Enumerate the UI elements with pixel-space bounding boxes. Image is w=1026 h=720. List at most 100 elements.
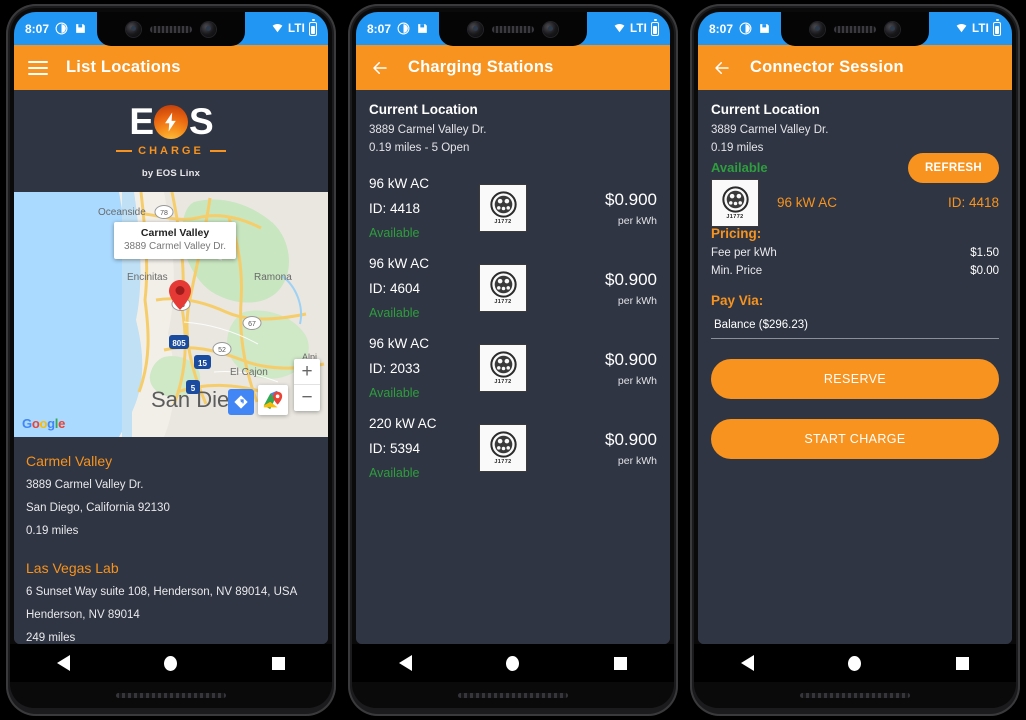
station-pricing: $0.900 per kWh	[605, 190, 657, 227]
app-bar-connector-session: Connector Session	[698, 45, 1012, 90]
station-power: 96 kW AC	[369, 336, 430, 351]
google-maps-icon[interactable]	[258, 385, 288, 415]
front-camera-icon	[468, 21, 483, 37]
start-charge-button[interactable]: START CHARGE	[711, 419, 999, 459]
network-type-label: LTI	[288, 22, 305, 35]
location-address: 6 Sunset Way suite 108, Henderson, NV 89…	[26, 586, 298, 598]
current-location-heading: Current Location	[369, 102, 478, 117]
logo-byline: by EOS Linx	[141, 168, 201, 179]
nav-back-icon[interactable]	[741, 655, 755, 671]
status-bar-left: 8:07	[698, 22, 781, 36]
app-bar-list-locations: List Locations	[14, 45, 328, 90]
nav-recents-icon[interactable]	[955, 656, 969, 670]
pricing-value: $0.00	[970, 265, 999, 277]
page-title: Charging Stations	[408, 58, 554, 76]
svg-text:805: 805	[172, 339, 186, 348]
info-window-title: Carmel Valley	[140, 227, 210, 239]
speaker-grille	[800, 692, 910, 698]
j1772-connector-icon: J1772	[479, 184, 527, 232]
station-info: 96 kW AC ID: 4418 Available	[369, 176, 473, 240]
svg-text:5: 5	[191, 384, 196, 393]
connector-id: ID: 4418	[947, 195, 999, 210]
nav-recents-icon[interactable]	[613, 656, 627, 670]
front-camera-secondary-icon	[201, 21, 216, 37]
three-phone-screenshot: 8:07 LTI List Locations E S CHARGE by EO…	[0, 0, 1026, 720]
phone-chin	[10, 682, 332, 708]
app-bar-charging-stations: Charging Stations	[356, 45, 670, 90]
save-disk-icon	[760, 24, 769, 33]
earpiece-grille	[492, 25, 534, 33]
station-pricing: $0.900 per kWh	[605, 270, 657, 307]
station-id: ID: 4418	[369, 201, 421, 216]
logo-charge-word: CHARGE	[138, 145, 204, 157]
connector-label: J1772	[494, 219, 512, 225]
page-title: List Locations	[66, 58, 181, 76]
station-row[interactable]: 220 kW AC ID: 5394 Available J1772 $0.90…	[356, 400, 670, 480]
phone-screen: 8:07 LTI	[14, 12, 328, 644]
reserve-button[interactable]: RESERVE	[711, 359, 999, 399]
station-price: $0.900	[605, 429, 657, 449]
station-info: 96 kW AC ID: 2033 Available	[369, 336, 473, 400]
j1772-connector-icon: J1772	[479, 424, 527, 472]
status-bar-time: 8:07	[25, 21, 50, 36]
map-action-buttons	[228, 385, 288, 415]
hamburger-menu-icon[interactable]	[28, 60, 48, 75]
list-item[interactable]: Carmel Valley 3889 Carmel Valley Dr. San…	[26, 445, 316, 552]
pricing-key: Min. Price	[711, 265, 763, 277]
station-power: 96 kW AC	[369, 256, 430, 271]
display-notch	[439, 12, 587, 46]
nav-home-icon[interactable]	[506, 655, 520, 671]
nav-recents-icon[interactable]	[271, 656, 285, 670]
map-label-ramona: Ramona	[254, 272, 292, 283]
status-bar-left: 8:07	[356, 22, 439, 36]
location-name: Las Vegas Lab	[26, 560, 119, 576]
connector-label: J1772	[726, 213, 744, 220]
connector-label: J1772	[494, 299, 512, 305]
phone-list-locations: 8:07 LTI List Locations E S CHARGE by EO…	[0, 0, 342, 720]
station-status: Available	[369, 466, 420, 480]
display-notch	[97, 12, 245, 46]
pricing-row: Fee per kWh $1.50	[698, 241, 1012, 259]
nav-home-icon[interactable]	[848, 655, 862, 671]
map-pin-icon[interactable]	[169, 280, 191, 310]
current-location-address: 3889 Carmel Valley Dr.	[711, 124, 829, 136]
station-row[interactable]: 96 kW AC ID: 2033 Available J1772 $0.900…	[356, 320, 670, 400]
directions-icon[interactable]	[228, 389, 254, 415]
wifi-icon	[614, 24, 625, 33]
back-arrow-icon[interactable]	[712, 59, 732, 77]
battery-icon	[993, 19, 1001, 36]
phone-chin	[694, 682, 1016, 708]
front-camera-secondary-icon	[885, 21, 900, 37]
station-info: 96 kW AC ID: 4604 Available	[369, 256, 473, 320]
refresh-button[interactable]: REFRESH	[907, 153, 999, 183]
speaker-grille	[458, 692, 568, 698]
battery-icon	[651, 19, 659, 36]
panel3-body: Current Location 3889 Carmel Valley Dr. …	[698, 90, 1012, 644]
earpiece-grille	[150, 25, 192, 33]
back-arrow-icon[interactable]	[370, 59, 390, 77]
station-row[interactable]: 96 kW AC ID: 4604 Available J1772 $0.900…	[356, 240, 670, 320]
location-city: San Diego, California 92130	[26, 502, 170, 514]
station-price: $0.900	[605, 189, 657, 209]
pay-via-select[interactable]: Balance ($296.23)	[711, 315, 999, 339]
eos-charge-logo: E S CHARGE by EOS Linx	[14, 90, 328, 192]
contrast-icon	[397, 22, 410, 35]
map-info-window[interactable]: Carmel Valley 3889 Carmel Valley Dr.	[114, 222, 237, 259]
wifi-icon	[956, 24, 967, 33]
nav-back-icon[interactable]	[399, 655, 413, 671]
zoom-in-button[interactable]: +	[294, 359, 320, 385]
nav-back-icon[interactable]	[57, 655, 71, 671]
map-view[interactable]: Oceanside Encinitas Ramona El Cajon Alpi…	[14, 192, 328, 437]
contrast-icon	[55, 22, 68, 35]
list-item[interactable]: Las Vegas Lab 6 Sunset Way suite 108, He…	[26, 552, 316, 644]
earpiece-grille	[834, 25, 876, 33]
station-id: ID: 4604	[369, 281, 421, 296]
display-notch	[781, 12, 929, 46]
station-id: ID: 5394	[369, 441, 421, 456]
nav-home-icon[interactable]	[164, 655, 178, 671]
svg-text:15: 15	[198, 359, 207, 368]
zoom-out-button[interactable]: −	[294, 385, 320, 411]
pricing-key: Fee per kWh	[711, 247, 777, 259]
contrast-icon	[739, 22, 752, 35]
station-row[interactable]: 96 kW AC ID: 4418 Available J1772 $0.900…	[356, 160, 670, 240]
